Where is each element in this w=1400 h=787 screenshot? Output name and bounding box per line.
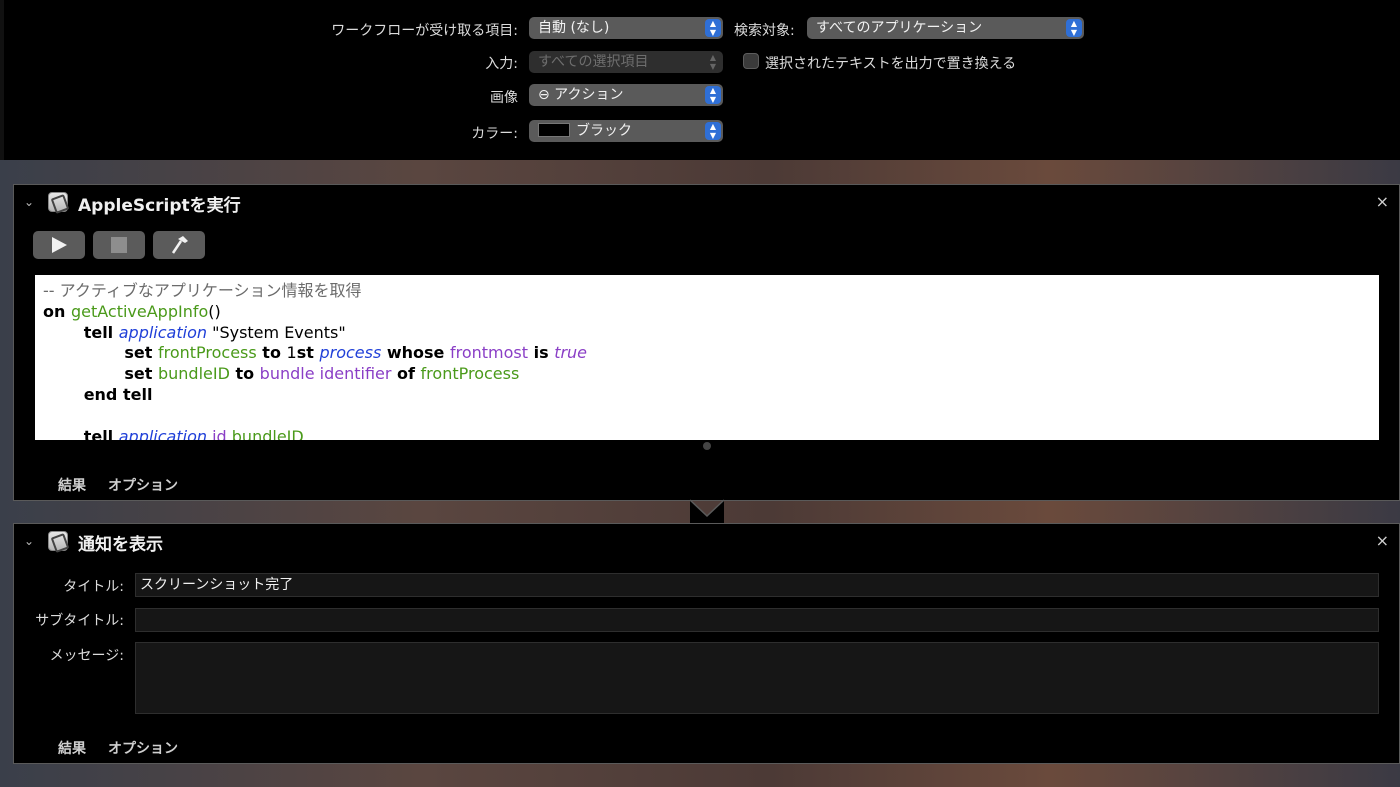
receives-popup-value: 自動 (なし): [538, 20, 610, 36]
hammer-icon: [171, 236, 188, 254]
code-token: bundleID: [157, 364, 230, 384]
code-token: st: [296, 343, 320, 363]
code-line: set frontProcess to 1st process whose fr…: [43, 343, 1371, 364]
code-token: of: [391, 364, 421, 384]
chevron-down-icon[interactable]: ⌄: [24, 535, 38, 547]
notification-action: ⌄ 通知を表示 × タイトル: スクリーンショット完了 サブタイトル: メッセー…: [13, 523, 1400, 764]
code-token: on: [43, 301, 71, 321]
code-token: frontProcess: [157, 343, 257, 363]
code-token: application: [118, 322, 207, 342]
resize-handle[interactable]: [703, 442, 711, 450]
stop-button[interactable]: [93, 231, 145, 259]
code-line: -- アクティブなアプリケーション情報を取得: [43, 281, 1371, 302]
code-token: is: [528, 343, 555, 363]
code-token: bundle identifier: [259, 364, 392, 384]
updown-chevron-icon: ▲ ▼: [705, 19, 721, 37]
code-token: true: [554, 343, 588, 363]
code-line: tell application "System Events": [43, 323, 1371, 344]
search-popup-value: すべてのアプリケーション: [816, 20, 983, 36]
options-tab[interactable]: オプション: [108, 475, 178, 495]
receives-label: ワークフローが受け取る項目:: [331, 23, 518, 39]
subtitle-field[interactable]: [135, 608, 1379, 632]
code-token: application: [118, 426, 207, 440]
message-field[interactable]: [135, 642, 1379, 714]
input-popup-value: すべての選択項目: [538, 54, 649, 70]
applescript-action: ⌄ AppleScriptを実行 × -- アクティブなアプリケーション情報を取…: [13, 184, 1400, 501]
code-token: set: [124, 343, 158, 363]
code-token: end tell: [83, 384, 153, 404]
code-token: -- アクティブなアプリケーション情報を取得: [43, 281, 362, 300]
code-token: id: [207, 426, 227, 440]
color-swatch: [538, 123, 570, 137]
code-token: bundleID: [226, 426, 304, 440]
chevron-down-icon[interactable]: ⌄: [24, 196, 38, 208]
script-icon: [48, 531, 68, 551]
updown-chevron-icon: ▲ ▼: [705, 86, 721, 104]
code-token: 1: [286, 343, 297, 363]
compile-button[interactable]: [153, 231, 205, 259]
title-label: タイトル:: [63, 579, 124, 595]
input-label: 入力:: [485, 56, 518, 72]
action-title: AppleScriptを実行: [78, 196, 241, 216]
action-title: 通知を表示: [78, 535, 163, 555]
results-tab[interactable]: 結果: [58, 738, 86, 758]
action-header: ⌄ 通知を表示 ×: [14, 524, 1399, 558]
search-label: 検索対象:: [734, 23, 795, 39]
updown-chevron-icon: ▲ ▼: [1066, 19, 1082, 37]
input-popup[interactable]: すべての選択項目 ▲ ▼: [529, 51, 723, 73]
code-token: tell: [83, 426, 119, 440]
code-token: whose: [381, 343, 450, 363]
code-token: frontmost: [449, 343, 529, 363]
code-token: frontProcess: [420, 364, 520, 384]
action-header: ⌄ AppleScriptを実行 ×: [14, 185, 1399, 219]
code-token: to: [229, 364, 260, 384]
code-token: process: [319, 343, 382, 363]
code-token: "System Events": [207, 322, 346, 342]
replace-text-label: 選択されたテキストを出力で置き換える: [765, 56, 1017, 72]
script-editor[interactable]: -- アクティブなアプリケーション情報を取得 on getActiveAppInf…: [35, 275, 1379, 440]
color-label: カラー:: [471, 126, 518, 142]
stop-icon: [111, 237, 127, 253]
code-line: on getActiveAppInfo(): [43, 302, 1371, 323]
receives-popup[interactable]: 自動 (なし) ▲ ▼: [529, 17, 723, 39]
image-label: 画像: [490, 90, 518, 106]
code-token: tell: [83, 322, 119, 342]
message-label: メッセージ:: [49, 648, 124, 664]
code-token: to: [256, 343, 287, 363]
code-line: end tell: [43, 385, 1371, 406]
image-popup-value: ⊖ アクション: [538, 87, 624, 103]
updown-chevron-icon: ▲ ▼: [705, 122, 721, 140]
code-token: set: [124, 364, 158, 384]
subtitle-label: サブタイトル:: [35, 613, 124, 629]
workflow-settings-panel: ワークフローが受け取る項目: 自動 (なし) ▲ ▼ 検索対象: すべてのアプリケ…: [0, 0, 1400, 160]
close-icon[interactable]: ×: [1376, 192, 1389, 211]
code-token: (): [208, 301, 221, 321]
search-popup[interactable]: すべてのアプリケーション ▲ ▼: [807, 17, 1084, 39]
title-field[interactable]: スクリーンショット完了: [135, 573, 1379, 597]
updown-chevron-icon: ▲ ▼: [709, 53, 717, 71]
script-icon: [48, 192, 68, 212]
code-token: getActiveAppInfo: [70, 301, 209, 321]
code-line: set bundleID to bundle identifier of fro…: [43, 364, 1371, 385]
run-button[interactable]: [33, 231, 85, 259]
panel-edge: [0, 0, 4, 160]
image-popup[interactable]: ⊖ アクション ▲ ▼: [529, 84, 723, 106]
play-icon: [52, 237, 67, 253]
options-tab[interactable]: オプション: [108, 738, 178, 758]
replace-text-checkbox[interactable]: [743, 53, 759, 69]
close-icon[interactable]: ×: [1376, 531, 1389, 550]
color-popup[interactable]: ブラック ▲ ▼: [529, 120, 723, 142]
color-popup-value: ブラック: [576, 123, 632, 139]
results-tab[interactable]: 結果: [58, 475, 86, 495]
code-line: tell application id bundleID: [43, 427, 1371, 440]
